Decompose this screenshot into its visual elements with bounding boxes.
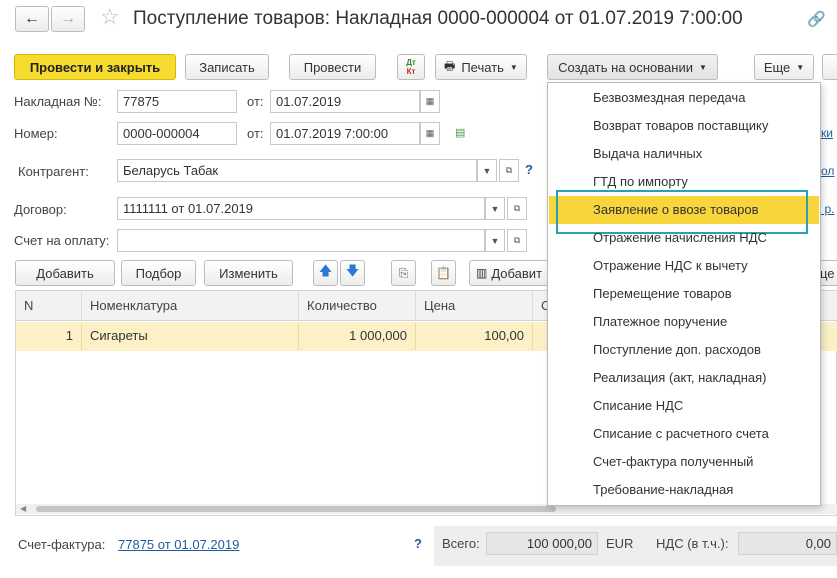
column-header-quantity[interactable]: Количество (299, 291, 416, 321)
arrow-right-icon: → (60, 10, 76, 27)
scroll-left-icon[interactable]: ◀ (20, 504, 26, 513)
chevron-down-icon: ▼ (796, 62, 805, 72)
contract-label: Договор: (14, 202, 67, 217)
add-barcode-button[interactable]: ▥ Добавит (469, 260, 551, 286)
vat-label: НДС (в т.ч.): (656, 536, 729, 551)
paste-button[interactable]: 📋 (431, 260, 456, 286)
menu-item-vat-write-off[interactable]: Списание НДС (549, 392, 819, 420)
column-header-item[interactable]: Номенклатура (82, 291, 299, 321)
arrow-up-icon: 🡅 (318, 263, 333, 278)
number-datetime-field[interactable]: 01.07.2019 7:00:00 (270, 122, 420, 145)
menu-item-requisition-invoice[interactable]: Требование-накладная (549, 476, 819, 504)
forward-button[interactable]: → (51, 6, 85, 32)
currency-label: EUR (606, 536, 634, 551)
table-edit-button[interactable]: Изменить (204, 260, 293, 286)
more-label: Еще (763, 59, 791, 75)
menu-item-sales[interactable]: Реализация (акт, накладная) (549, 364, 819, 392)
menu-item-gratuitous-transfer[interactable]: Безвозмездная передача (549, 84, 819, 112)
chevron-down-icon: ▼ (509, 62, 518, 72)
posted-status-icon: ▤ (455, 127, 466, 139)
menu-item-customs-declaration[interactable]: ГТД по импорту (549, 168, 819, 196)
right-link-1[interactable]: ки (821, 126, 833, 140)
dropdown-arrow-icon[interactable]: ▼ (477, 159, 497, 182)
menu-item-vat-accrual[interactable]: Отражение начисления НДС (549, 224, 819, 252)
payment-account-label: Счет на оплату: (14, 233, 110, 248)
star-icon[interactable]: ☆ (100, 4, 120, 30)
number-field[interactable]: 0000-000004 (117, 122, 237, 145)
counterparty-label: Контрагент: (18, 164, 89, 179)
dt-kt-button[interactable]: Дт Кт (397, 54, 425, 80)
move-up-button[interactable]: 🡅 (313, 260, 338, 286)
footer-help-icon[interactable]: ? (414, 536, 422, 551)
paste-icon: 📋 (436, 266, 451, 280)
menu-item-return-to-supplier[interactable]: Возврат товаров поставщику (549, 112, 819, 140)
invoice-date-label: от: (247, 94, 264, 109)
total-field: 100 000,00 (486, 532, 598, 555)
arrow-down-icon: 🡇 (345, 263, 360, 278)
post-and-close-button[interactable]: Провести и закрыть (14, 54, 176, 80)
copy-button[interactable]: ⎘ (391, 260, 416, 286)
help-icon[interactable]: ? (525, 162, 533, 177)
more-button[interactable]: Еще ▼ (754, 54, 814, 80)
help-button-partial[interactable] (822, 54, 837, 80)
barcode-icon: ▥ (476, 266, 488, 280)
menu-item-import-application[interactable]: Заявление о ввозе товаров (549, 196, 819, 224)
add-barcode-label: Добавит (491, 265, 543, 281)
calendar-icon[interactable]: ▦ (420, 90, 440, 113)
print-label: Печать (461, 59, 504, 75)
create-on-basis-label: Создать на основании (558, 59, 693, 75)
invoice-number-field[interactable]: 77875 (117, 90, 237, 113)
back-button[interactable]: ← (15, 6, 49, 32)
calendar-icon[interactable]: ▦ (420, 122, 440, 145)
column-header-price[interactable]: Цена (416, 291, 533, 321)
table-pick-button[interactable]: Подбор (121, 260, 196, 286)
number-label: Номер: (14, 126, 58, 141)
open-icon[interactable]: ⧉ (507, 197, 527, 220)
payment-account-field[interactable] (117, 229, 485, 252)
chevron-down-icon: ▼ (698, 62, 707, 72)
dropdown-arrow-icon[interactable]: ▼ (485, 229, 505, 252)
dropdown-arrow-icon[interactable]: ▼ (485, 197, 505, 220)
column-header-n[interactable]: N (16, 291, 82, 321)
number-date-label: от: (247, 126, 264, 141)
link-icon[interactable]: 🔗 (807, 10, 826, 28)
row-price: 100,00 (416, 323, 533, 350)
contract-field[interactable]: 1111111 от 01.07.2019 (117, 197, 485, 220)
scrollbar-thumb[interactable] (36, 506, 556, 512)
row-number: 1 (16, 323, 82, 350)
menu-item-additional-expenses[interactable]: Поступление доп. расходов (549, 336, 819, 364)
invoice-date-field[interactable]: 01.07.2019 (270, 90, 420, 113)
row-item: Сигареты (82, 323, 299, 350)
menu-item-goods-transfer[interactable]: Перемещение товаров (549, 280, 819, 308)
invoice-footer-link[interactable]: 77875 от 01.07.2019 (118, 537, 239, 552)
dt-kt-icon-bottom: Кт (406, 67, 416, 76)
print-button[interactable]: 🖶 Печать ▼ (435, 54, 527, 80)
right-link-2[interactable]: ол (821, 164, 834, 178)
menu-item-invoice-received[interactable]: Счет-фактура полученный (549, 448, 819, 476)
save-button[interactable]: Записать (185, 54, 269, 80)
window-title: Поступление товаров: Накладная 0000-0000… (133, 8, 743, 29)
row-quantity: 1 000,000 (299, 323, 416, 350)
menu-item-vat-deduction[interactable]: Отражение НДС к вычету (549, 252, 819, 280)
copy-icon: ⎘ (398, 265, 409, 280)
move-down-button[interactable]: 🡇 (340, 260, 365, 286)
invoice-footer-label: Счет-фактура: (18, 537, 106, 552)
open-icon[interactable]: ⧉ (499, 159, 519, 182)
counterparty-field[interactable]: Беларусь Табак (117, 159, 477, 182)
arrow-left-icon: ← (24, 10, 40, 27)
printer-icon: 🖶 (444, 58, 456, 73)
table-add-button[interactable]: Добавить (15, 260, 115, 286)
total-label: Всего: (442, 536, 480, 551)
menu-item-cash-withdrawal[interactable]: Выдача наличных (549, 140, 819, 168)
menu-item-payment-order[interactable]: Платежное поручение (549, 308, 819, 336)
post-button[interactable]: Провести (289, 54, 376, 80)
menu-item-bank-write-off[interactable]: Списание с расчетного счета (549, 420, 819, 448)
vat-field: 0,00 (738, 532, 837, 555)
invoice-number-label: Накладная №: (14, 94, 102, 109)
open-icon[interactable]: ⧉ (507, 229, 527, 252)
create-on-basis-button[interactable]: Создать на основании ▼ (547, 54, 718, 80)
dt-kt-icon: Дт (406, 58, 416, 67)
